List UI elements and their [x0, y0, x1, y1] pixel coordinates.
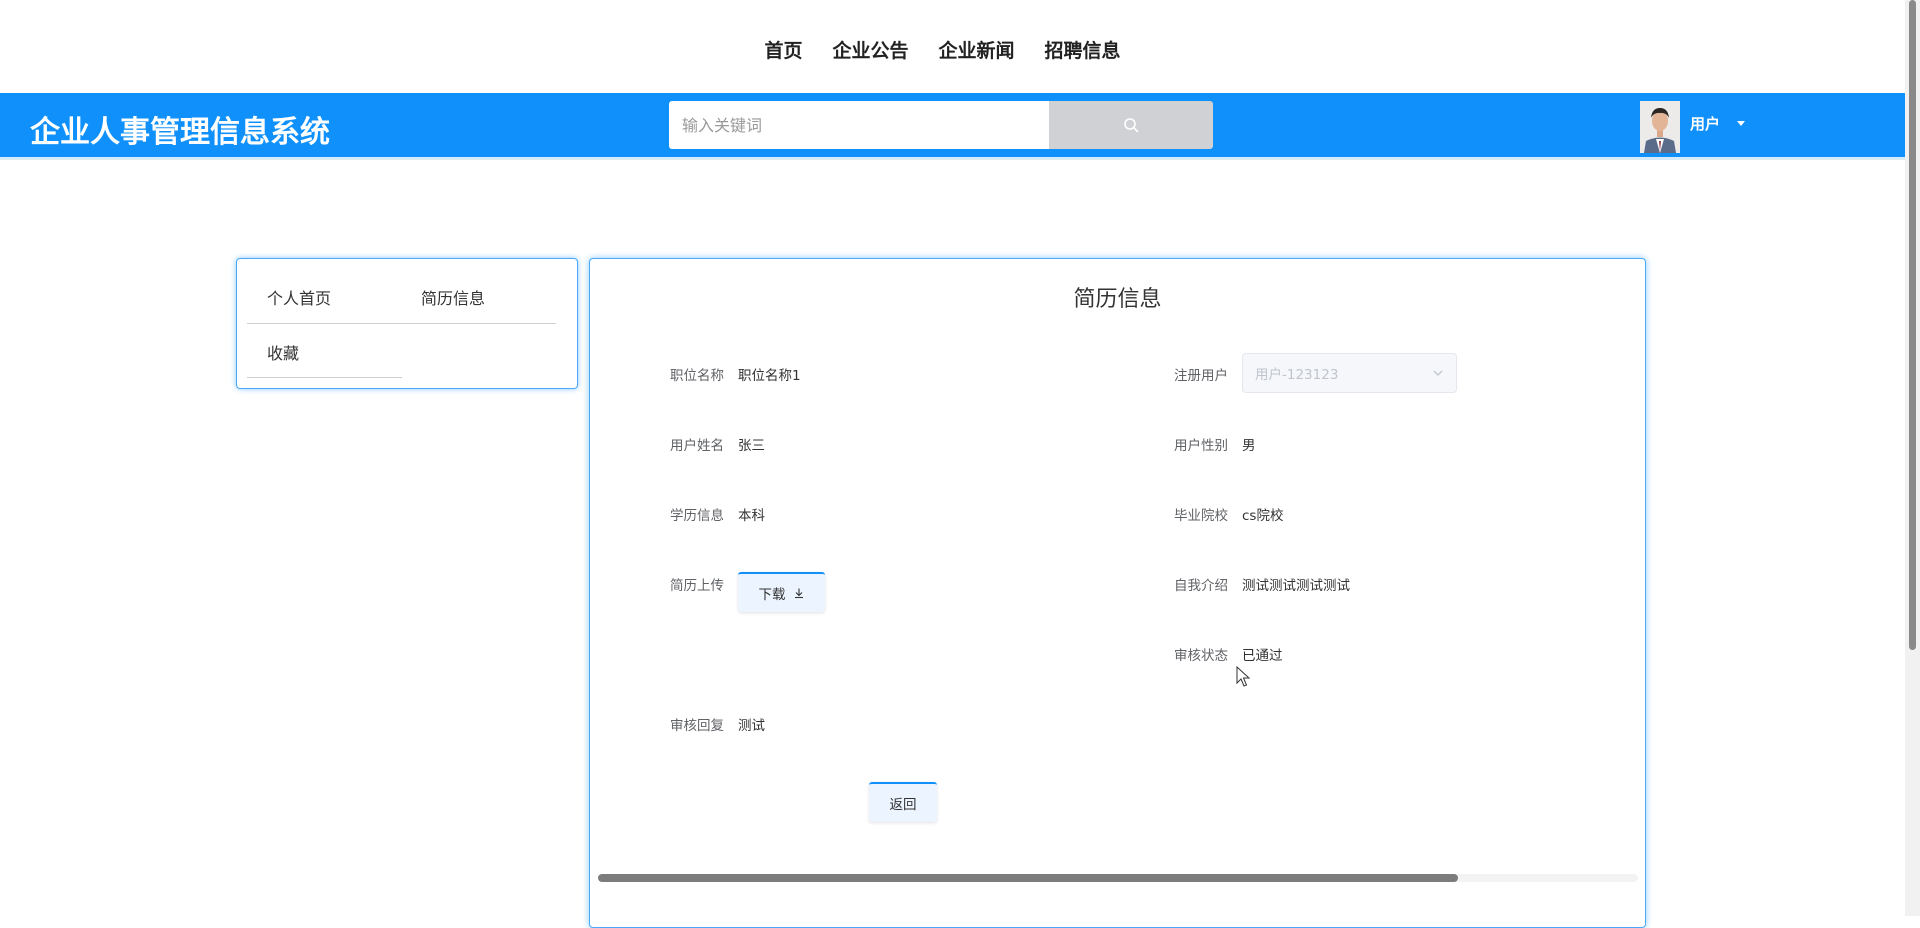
- site-logo[interactable]: 企业人事管理信息系统: [30, 107, 330, 151]
- mouse-cursor-icon: [1236, 666, 1250, 687]
- horizontal-scrollbar[interactable]: [598, 874, 1638, 882]
- nav-recruitment[interactable]: 招聘信息: [1045, 36, 1121, 63]
- user-gender-value: 男: [1242, 438, 1256, 454]
- user-menu-label[interactable]: 用户: [1690, 113, 1720, 134]
- registered-user-label: 注册用户: [1174, 368, 1228, 384]
- vertical-scrollbar-thumb[interactable]: [1909, 0, 1916, 650]
- back-button[interactable]: 返回: [869, 782, 937, 822]
- review-reply-value: 测试: [738, 718, 765, 734]
- download-icon: [794, 588, 803, 599]
- registered-user-select[interactable]: 用户-123123: [1242, 353, 1457, 393]
- self-intro-label: 自我介绍: [1174, 578, 1228, 594]
- education-label: 学历信息: [670, 508, 724, 524]
- panel-title: 简历信息: [1073, 287, 1162, 312]
- download-button-label: 下载: [758, 587, 786, 603]
- nav-announcements[interactable]: 企业公告: [832, 36, 908, 63]
- search-icon: [1124, 118, 1139, 133]
- nav-links: 首页 企业公告 企业新闻 招聘信息: [749, 36, 1135, 63]
- sidebar-divider: [247, 377, 402, 378]
- header-bar: 企业人事管理信息系统 用户: [0, 93, 1905, 160]
- avatar-image: [1640, 101, 1680, 153]
- nav-news[interactable]: 企业新闻: [939, 36, 1015, 63]
- review-status-value: 已通过: [1242, 648, 1283, 664]
- nav-home[interactable]: 首页: [764, 36, 802, 63]
- self-intro-value: 测试测试测试测试: [1242, 578, 1350, 594]
- download-button[interactable]: 下载: [738, 572, 825, 612]
- search-input[interactable]: [669, 101, 1049, 149]
- chevron-down-icon: [1433, 370, 1443, 376]
- avatar[interactable]: [1640, 101, 1680, 153]
- resume-upload-label: 简历上传: [670, 578, 724, 594]
- job-title-label: 职位名称: [670, 368, 724, 384]
- review-reply-label: 审核回复: [670, 718, 724, 734]
- top-navigation: 首页 企业公告 企业新闻 招聘信息: [0, 0, 1905, 93]
- resume-panel: 简历信息 职位名称 职位名称1 注册用户 用户-123123 用户姓名 张三 用…: [589, 258, 1646, 928]
- sidebar-item-resume[interactable]: 简历信息: [421, 285, 485, 309]
- user-name-label: 用户姓名: [670, 438, 724, 454]
- horizontal-scrollbar-thumb[interactable]: [598, 874, 1458, 882]
- education-value: 本科: [738, 508, 765, 524]
- user-gender-label: 用户性别: [1174, 438, 1228, 454]
- job-title-value: 职位名称1: [738, 368, 801, 384]
- school-value: cs院校: [1242, 508, 1284, 524]
- sidebar: 个人首页 简历信息 收藏: [236, 258, 578, 389]
- registered-user-value: 用户-123123: [1255, 367, 1339, 383]
- school-label: 毕业院校: [1174, 508, 1228, 524]
- caret-down-icon[interactable]: [1737, 121, 1745, 126]
- user-name-value: 张三: [738, 438, 765, 454]
- sidebar-item-favorites[interactable]: 收藏: [267, 340, 299, 364]
- search-button[interactable]: [1049, 101, 1213, 149]
- review-status-label: 审核状态: [1174, 648, 1228, 664]
- vertical-scrollbar[interactable]: [1905, 0, 1920, 916]
- sidebar-divider: [247, 323, 556, 324]
- sidebar-item-home[interactable]: 个人首页: [267, 285, 331, 309]
- back-button-label: 返回: [889, 797, 917, 813]
